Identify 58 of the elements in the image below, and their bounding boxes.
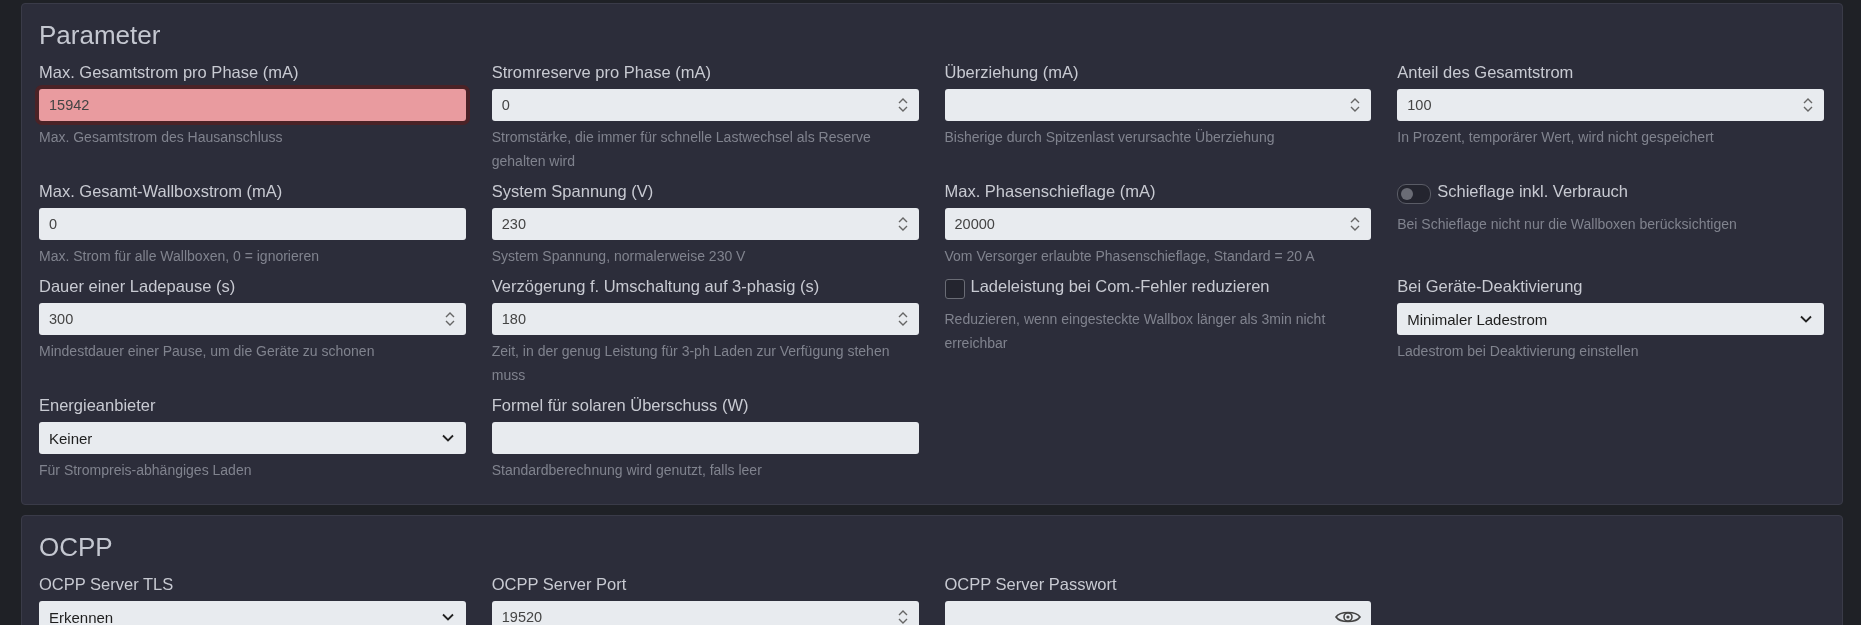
spinner-icon[interactable]: [896, 96, 909, 114]
help-text: System Spannung, normalerweise 230 V: [491, 247, 746, 266]
field-label: Bei Geräte-Deaktivierung: [1397, 276, 1583, 297]
dropdown[interactable]: Minimaler Ladestrom: [1397, 303, 1824, 335]
input-field[interactable]: 0: [39, 208, 466, 240]
section-title: Parameter: [39, 19, 162, 52]
field-label: Max. Gesamt-Wallboxstrom (mA): [39, 181, 283, 202]
help-text: Vom Versorger erlaubte Phasenschieflage, Standard = 20 A: [944, 247, 1315, 266]
help-text: Standardberechnung wird genutzt, falls leer: [491, 461, 762, 480]
field-label: OCPP Server Passwort: [944, 574, 1117, 595]
spinner-icon[interactable]: [896, 608, 909, 625]
dropdown[interactable]: Keiner: [39, 422, 466, 454]
input-field[interactable]: 180: [491, 303, 919, 335]
field-label: OCPP Server Port: [491, 574, 627, 595]
field-label: Schieflage inkl. Verbrauch: [1437, 181, 1629, 202]
toggle-switch[interactable]: [1397, 183, 1432, 204]
spinner-icon[interactable]: [443, 310, 456, 328]
input-field[interactable]: [944, 601, 1372, 625]
spinner-icon[interactable]: [896, 215, 909, 233]
field-label: Max. Gesamtstrom pro Phase (mA): [39, 62, 299, 83]
field-label: Ladeleistung bei Com.-Fehler reduzieren: [970, 276, 1270, 297]
input-field[interactable]: 20000: [944, 208, 1372, 240]
field-label: Energieanbieter: [39, 395, 156, 416]
field-label: Verzögerung f. Umschaltung auf 3-phasig (s): [491, 276, 820, 297]
help-text: Reduzieren, wenn eingesteckte Wallbox länger als 3min nicht erreichbar: [944, 310, 1327, 353]
input-field[interactable]: 230: [491, 208, 919, 240]
spinner-icon[interactable]: [1349, 96, 1362, 114]
help-text: Zeit, in der genug Leistung für 3-ph Laden zur Verfügung stehen muss: [491, 342, 891, 385]
input-field[interactable]: [944, 89, 1372, 121]
help-text: Bei Schieflage nicht nur die Wallboxen berücksichtigen: [1397, 215, 1737, 234]
input-field[interactable]: 0: [491, 89, 919, 121]
field-label: OCPP Server TLS: [39, 574, 174, 595]
help-text: Stromstärke, die immer für schnelle Lastwechsel als Reserve gehalten wird: [491, 128, 872, 171]
field-label: Dauer einer Ladepause (s): [39, 276, 236, 297]
help-text: In Prozent, temporärer Wert, wird nicht gespeichert: [1397, 128, 1714, 147]
field-label: Max. Phasenschieflage (mA): [944, 181, 1156, 202]
spinner-icon[interactable]: [1802, 96, 1814, 114]
field-label: Stromreserve pro Phase (mA): [491, 62, 711, 83]
help-text: Max. Strom für alle Wallboxen, 0 = ignorieren: [39, 247, 319, 266]
input-field[interactable]: 19520: [491, 601, 919, 625]
field-label: Formel für solaren Überschuss (W): [491, 395, 749, 416]
input-field[interactable]: 300: [39, 303, 466, 335]
spinner-icon[interactable]: [896, 310, 909, 328]
help-text: Max. Gesamtstrom des Hausanschluss: [39, 128, 283, 147]
help-text: Bisherige durch Spitzenlast verursachte Überziehung: [944, 128, 1275, 147]
dropdown[interactable]: Erkennen: [39, 601, 466, 625]
spinner-icon[interactable]: [1349, 215, 1362, 233]
section-title: OCPP: [39, 531, 114, 564]
help-text: Mindestdauer einer Pause, um die Geräte zu schonen: [39, 342, 375, 361]
field-label: System Spannung (V): [491, 181, 654, 202]
input-field[interactable]: 100: [1397, 89, 1824, 121]
help-text: Ladestrom bei Deaktivierung einstellen: [1397, 342, 1639, 361]
help-text: Für Strompreis-abhängiges Laden: [39, 461, 252, 480]
field-label: Anteil des Gesamtstrom: [1397, 62, 1574, 83]
input-field[interactable]: [491, 422, 919, 454]
checkbox[interactable]: [944, 278, 965, 299]
field-label: Überziehung (mA): [944, 62, 1079, 83]
eye-icon[interactable]: [1335, 609, 1362, 625]
